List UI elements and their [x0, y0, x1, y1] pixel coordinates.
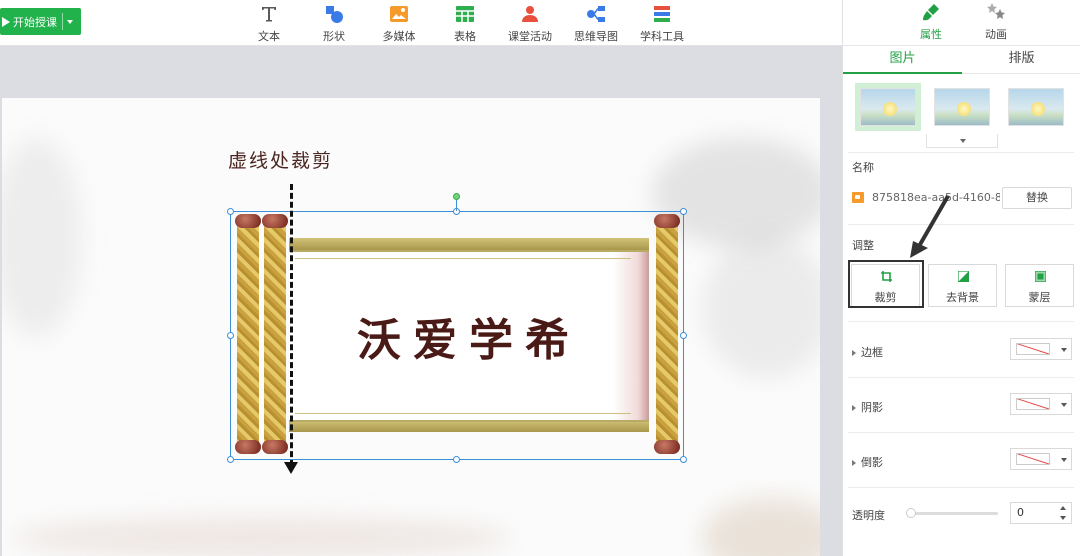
- spin-up-icon[interactable]: [1060, 506, 1066, 510]
- resize-handle-bottom-left[interactable]: [227, 456, 234, 463]
- mask-layer-button[interactable]: 蒙层: [1005, 264, 1074, 307]
- opacity-label: 透明度: [852, 509, 885, 522]
- adjust-label: 调整: [852, 239, 874, 252]
- arrow-down-icon: [284, 462, 298, 474]
- chevron-down-icon: [960, 139, 966, 143]
- reflection-row[interactable]: 倒影: [852, 454, 883, 470]
- tab-animation[interactable]: 动画: [966, 2, 1026, 42]
- class-activity-icon: [520, 4, 540, 24]
- expand-icon: [852, 405, 856, 411]
- resize-handle-left[interactable]: [227, 332, 234, 339]
- subtab-image[interactable]: 图片: [843, 46, 962, 74]
- mask-layer-icon: [1035, 271, 1046, 282]
- subject-tools-icon: [652, 4, 672, 24]
- chevron-down-icon[interactable]: [67, 19, 73, 24]
- tool-mindmap[interactable]: 思维导图: [566, 4, 626, 44]
- replace-button[interactable]: 替换: [1002, 187, 1072, 209]
- more-styles-toggle[interactable]: [926, 134, 998, 148]
- start-teaching-button[interactable]: 开始授课: [0, 8, 81, 35]
- tool-subject-tools[interactable]: 学科工具: [632, 4, 692, 44]
- text-icon: [259, 4, 279, 24]
- stars-icon: [987, 3, 1005, 19]
- crop-dashed-line: [290, 184, 293, 466]
- media-icon: [389, 4, 409, 24]
- chevron-down-icon: [1061, 348, 1067, 352]
- rotate-handle[interactable]: [453, 193, 460, 200]
- remove-background-icon: [958, 271, 969, 282]
- mindmap-icon: [586, 4, 606, 24]
- canvas-area[interactable]: 虚线处裁剪 沃爱学希: [0, 46, 842, 556]
- reflection-color-picker[interactable]: [1010, 448, 1072, 470]
- resize-handle-bottom[interactable]: [453, 456, 460, 463]
- play-icon: [2, 16, 10, 27]
- shadow-row[interactable]: 阴影: [852, 399, 883, 415]
- remove-background-button[interactable]: 去背景: [928, 264, 997, 307]
- tool-class-activity[interactable]: 课堂活动: [500, 4, 560, 44]
- tab-properties[interactable]: 属性: [901, 2, 961, 42]
- crop-annotation-text: 虚线处裁剪: [228, 150, 334, 172]
- panel-tabs: 属性 动画: [843, 0, 1080, 46]
- tool-media[interactable]: 多媒体: [369, 4, 429, 44]
- opacity-slider-knob[interactable]: [906, 508, 916, 518]
- resize-handle-top-right[interactable]: [680, 208, 687, 215]
- expand-icon: [852, 350, 856, 356]
- tool-text[interactable]: 文本: [239, 4, 299, 44]
- opacity-slider[interactable]: [910, 512, 998, 515]
- tool-shape[interactable]: 形状: [304, 4, 364, 44]
- shape-icon: [324, 4, 344, 24]
- image-style-thumb-2[interactable]: [934, 88, 990, 126]
- image-style-thumb-3[interactable]: [1008, 88, 1064, 126]
- chevron-down-icon: [1061, 458, 1067, 462]
- expand-icon: [852, 460, 856, 466]
- spin-down-icon[interactable]: [1060, 516, 1066, 520]
- shadow-color-picker[interactable]: [1010, 393, 1072, 415]
- image-file-icon: [852, 192, 864, 203]
- pointer-arrow: [910, 195, 950, 258]
- resize-handle-bottom-right[interactable]: [680, 456, 687, 463]
- resize-handle-right[interactable]: [680, 332, 687, 339]
- brush-icon: [923, 4, 939, 21]
- name-label: 名称: [852, 161, 874, 174]
- crop-highlight-box: [848, 260, 924, 308]
- table-icon: [455, 4, 475, 24]
- border-row[interactable]: 边框: [852, 344, 883, 360]
- start-teaching-label: 开始授课: [13, 15, 57, 29]
- chevron-down-icon: [1061, 403, 1067, 407]
- image-subtabs: 图片 排版: [843, 46, 1080, 74]
- image-style-thumb-1[interactable]: [855, 83, 921, 131]
- tool-table[interactable]: 表格: [435, 4, 495, 44]
- selection-box[interactable]: [230, 211, 684, 460]
- subtab-layout[interactable]: 排版: [962, 46, 1080, 74]
- border-color-picker[interactable]: [1010, 338, 1072, 360]
- resize-handle-top-left[interactable]: [227, 208, 234, 215]
